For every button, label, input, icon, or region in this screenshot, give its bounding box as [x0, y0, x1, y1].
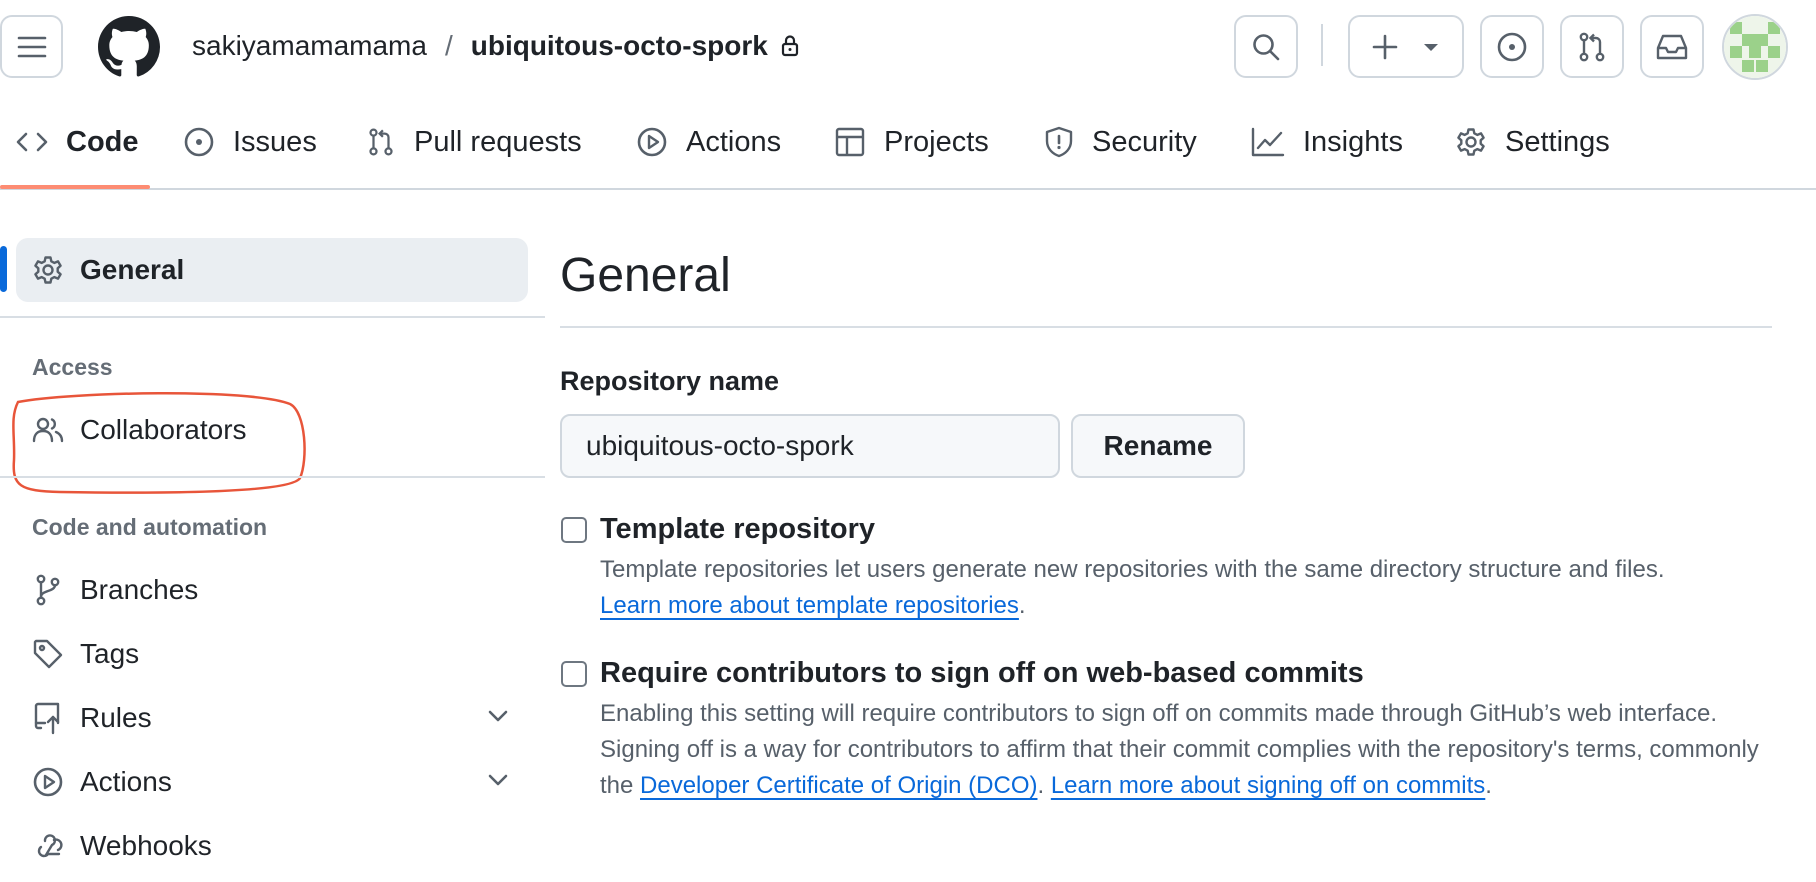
tab-label: Projects: [884, 125, 989, 158]
tab-label: Pull requests: [414, 125, 582, 158]
sidebar-heading-code-automation: Code and automation: [32, 514, 268, 540]
sidebar-item-label: Tags: [80, 638, 140, 669]
sidebar-item-label: General: [80, 254, 185, 285]
github-logo[interactable]: [98, 16, 160, 78]
signoff-learn-more-link[interactable]: Learn more about signing off on commits: [1051, 772, 1485, 799]
sidebar-item-label: Webhooks: [80, 830, 212, 861]
sidebar-item-webhooks[interactable]: Webhooks: [16, 818, 528, 874]
sidebar-item-tags[interactable]: Tags: [16, 626, 528, 682]
search-button[interactable]: [1234, 15, 1298, 78]
description-text: Template repositories let users generate…: [600, 556, 1665, 583]
git-pull-request-icon: [1579, 32, 1605, 61]
issues-button[interactable]: [1480, 15, 1544, 78]
menu-button[interactable]: [0, 15, 63, 78]
tab-label: Security: [1092, 125, 1197, 158]
webhook-icon: [31, 829, 65, 863]
tab-security[interactable]: Security: [1044, 118, 1197, 166]
title-divider: [560, 326, 1772, 328]
shield-icon: [1044, 126, 1074, 158]
sidebar-item-rules[interactable]: Rules: [16, 690, 528, 746]
repo-navigation: Code Issues Pull requests Actions Projec…: [0, 100, 1816, 190]
people-icon: [31, 413, 65, 447]
git-branch-icon: [31, 573, 65, 607]
hamburger-icon: [17, 36, 46, 57]
page-title: General: [560, 249, 731, 302]
pull-requests-button[interactable]: [1560, 15, 1624, 78]
sidebar-item-general[interactable]: General: [16, 238, 528, 302]
tab-label: Code: [66, 125, 139, 158]
tab-label: Actions: [686, 125, 782, 158]
repo-breadcrumb: sakiyamamamama / ubiquitous-octo-spork: [192, 26, 800, 66]
sidebar-divider: [0, 316, 545, 318]
code-icon: [16, 130, 48, 154]
tab-pull-requests[interactable]: Pull requests: [366, 118, 582, 166]
settings-main: General Repository name Rename Template …: [560, 190, 1816, 882]
description-text: .: [1018, 592, 1026, 619]
tab-issues[interactable]: Issues: [183, 118, 317, 166]
sidebar-item-actions[interactable]: Actions: [16, 754, 528, 810]
tab-code[interactable]: Code: [16, 118, 139, 166]
repo-push-icon: [31, 701, 65, 735]
tab-actions[interactable]: Actions: [636, 118, 781, 166]
repo-name-input[interactable]: [560, 414, 1060, 478]
tab-settings[interactable]: Settings: [1455, 118, 1610, 166]
create-new-button[interactable]: [1348, 15, 1464, 78]
play-icon: [31, 765, 65, 799]
tab-label: Insights: [1303, 125, 1403, 158]
inbox-button[interactable]: [1640, 15, 1704, 78]
table-icon: [834, 126, 866, 158]
inbox-icon: [1656, 34, 1688, 59]
sidebar-divider: [0, 476, 545, 478]
plus-icon: [1372, 34, 1398, 59]
sidebar-heading-access: Access: [32, 354, 113, 380]
template-repository-label: Template repository: [600, 513, 876, 545]
triangle-down-icon: [1424, 43, 1438, 51]
tab-insights[interactable]: Insights: [1251, 118, 1403, 166]
chevron-down-icon[interactable]: [486, 768, 510, 792]
sidebar-item-label: Actions: [80, 766, 172, 797]
signoff-label: Require contributors to sign off on web-…: [600, 657, 1364, 689]
rename-button[interactable]: Rename: [1071, 414, 1245, 478]
lock-icon: [780, 34, 800, 58]
template-repository-checkbox[interactable]: [561, 517, 587, 543]
breadcrumb-separator: /: [444, 30, 453, 61]
tab-label: Issues: [233, 125, 317, 158]
active-indicator: [0, 246, 7, 292]
sidebar-item-collaborators[interactable]: Collaborators: [16, 402, 528, 458]
signoff-checkbox[interactable]: [561, 661, 587, 687]
repo-name-label: Repository name: [560, 366, 780, 396]
description-text: .: [1037, 772, 1051, 799]
description-text: .: [1485, 772, 1492, 799]
dco-link[interactable]: Developer Certificate of Origin (DCO): [640, 772, 1037, 799]
chevron-down-icon[interactable]: [486, 704, 510, 728]
identicon-icon: [1724, 16, 1786, 78]
gear-icon: [1455, 126, 1487, 158]
sidebar-item-label: Branches: [80, 574, 199, 605]
user-avatar[interactable]: [1722, 14, 1788, 80]
active-tab-indicator: [0, 185, 150, 189]
tab-projects[interactable]: Projects: [834, 118, 989, 166]
graph-icon: [1251, 127, 1285, 157]
tab-label: Settings: [1505, 125, 1610, 158]
global-header: sakiyamamamama / ubiquitous-octo-spork: [0, 0, 1816, 90]
search-icon: [1253, 33, 1280, 60]
issue-opened-icon: [183, 126, 215, 158]
issue-opened-icon: [1497, 32, 1527, 61]
repo-name-link[interactable]: ubiquitous-octo-spork: [471, 30, 768, 62]
github-mark-icon: [98, 16, 160, 77]
template-repository-description: Template repositories let users generate…: [600, 552, 1780, 624]
signoff-description: Enabling this setting will require contr…: [600, 696, 1780, 804]
play-icon: [636, 126, 668, 158]
repo-owner-link[interactable]: sakiyamamamama: [192, 30, 427, 62]
settings-sidebar: General Access Collaborators Code and au…: [0, 190, 545, 882]
sidebar-item-label: Rules: [80, 702, 152, 733]
tag-icon: [31, 637, 65, 671]
gear-icon: [31, 253, 65, 287]
header-divider: [1321, 24, 1323, 66]
template-learn-more-link[interactable]: Learn more about template repositories: [600, 592, 1019, 619]
sidebar-item-label: Collaborators: [80, 414, 247, 445]
sidebar-item-branches[interactable]: Branches: [16, 562, 528, 618]
git-pull-request-icon: [366, 126, 396, 158]
